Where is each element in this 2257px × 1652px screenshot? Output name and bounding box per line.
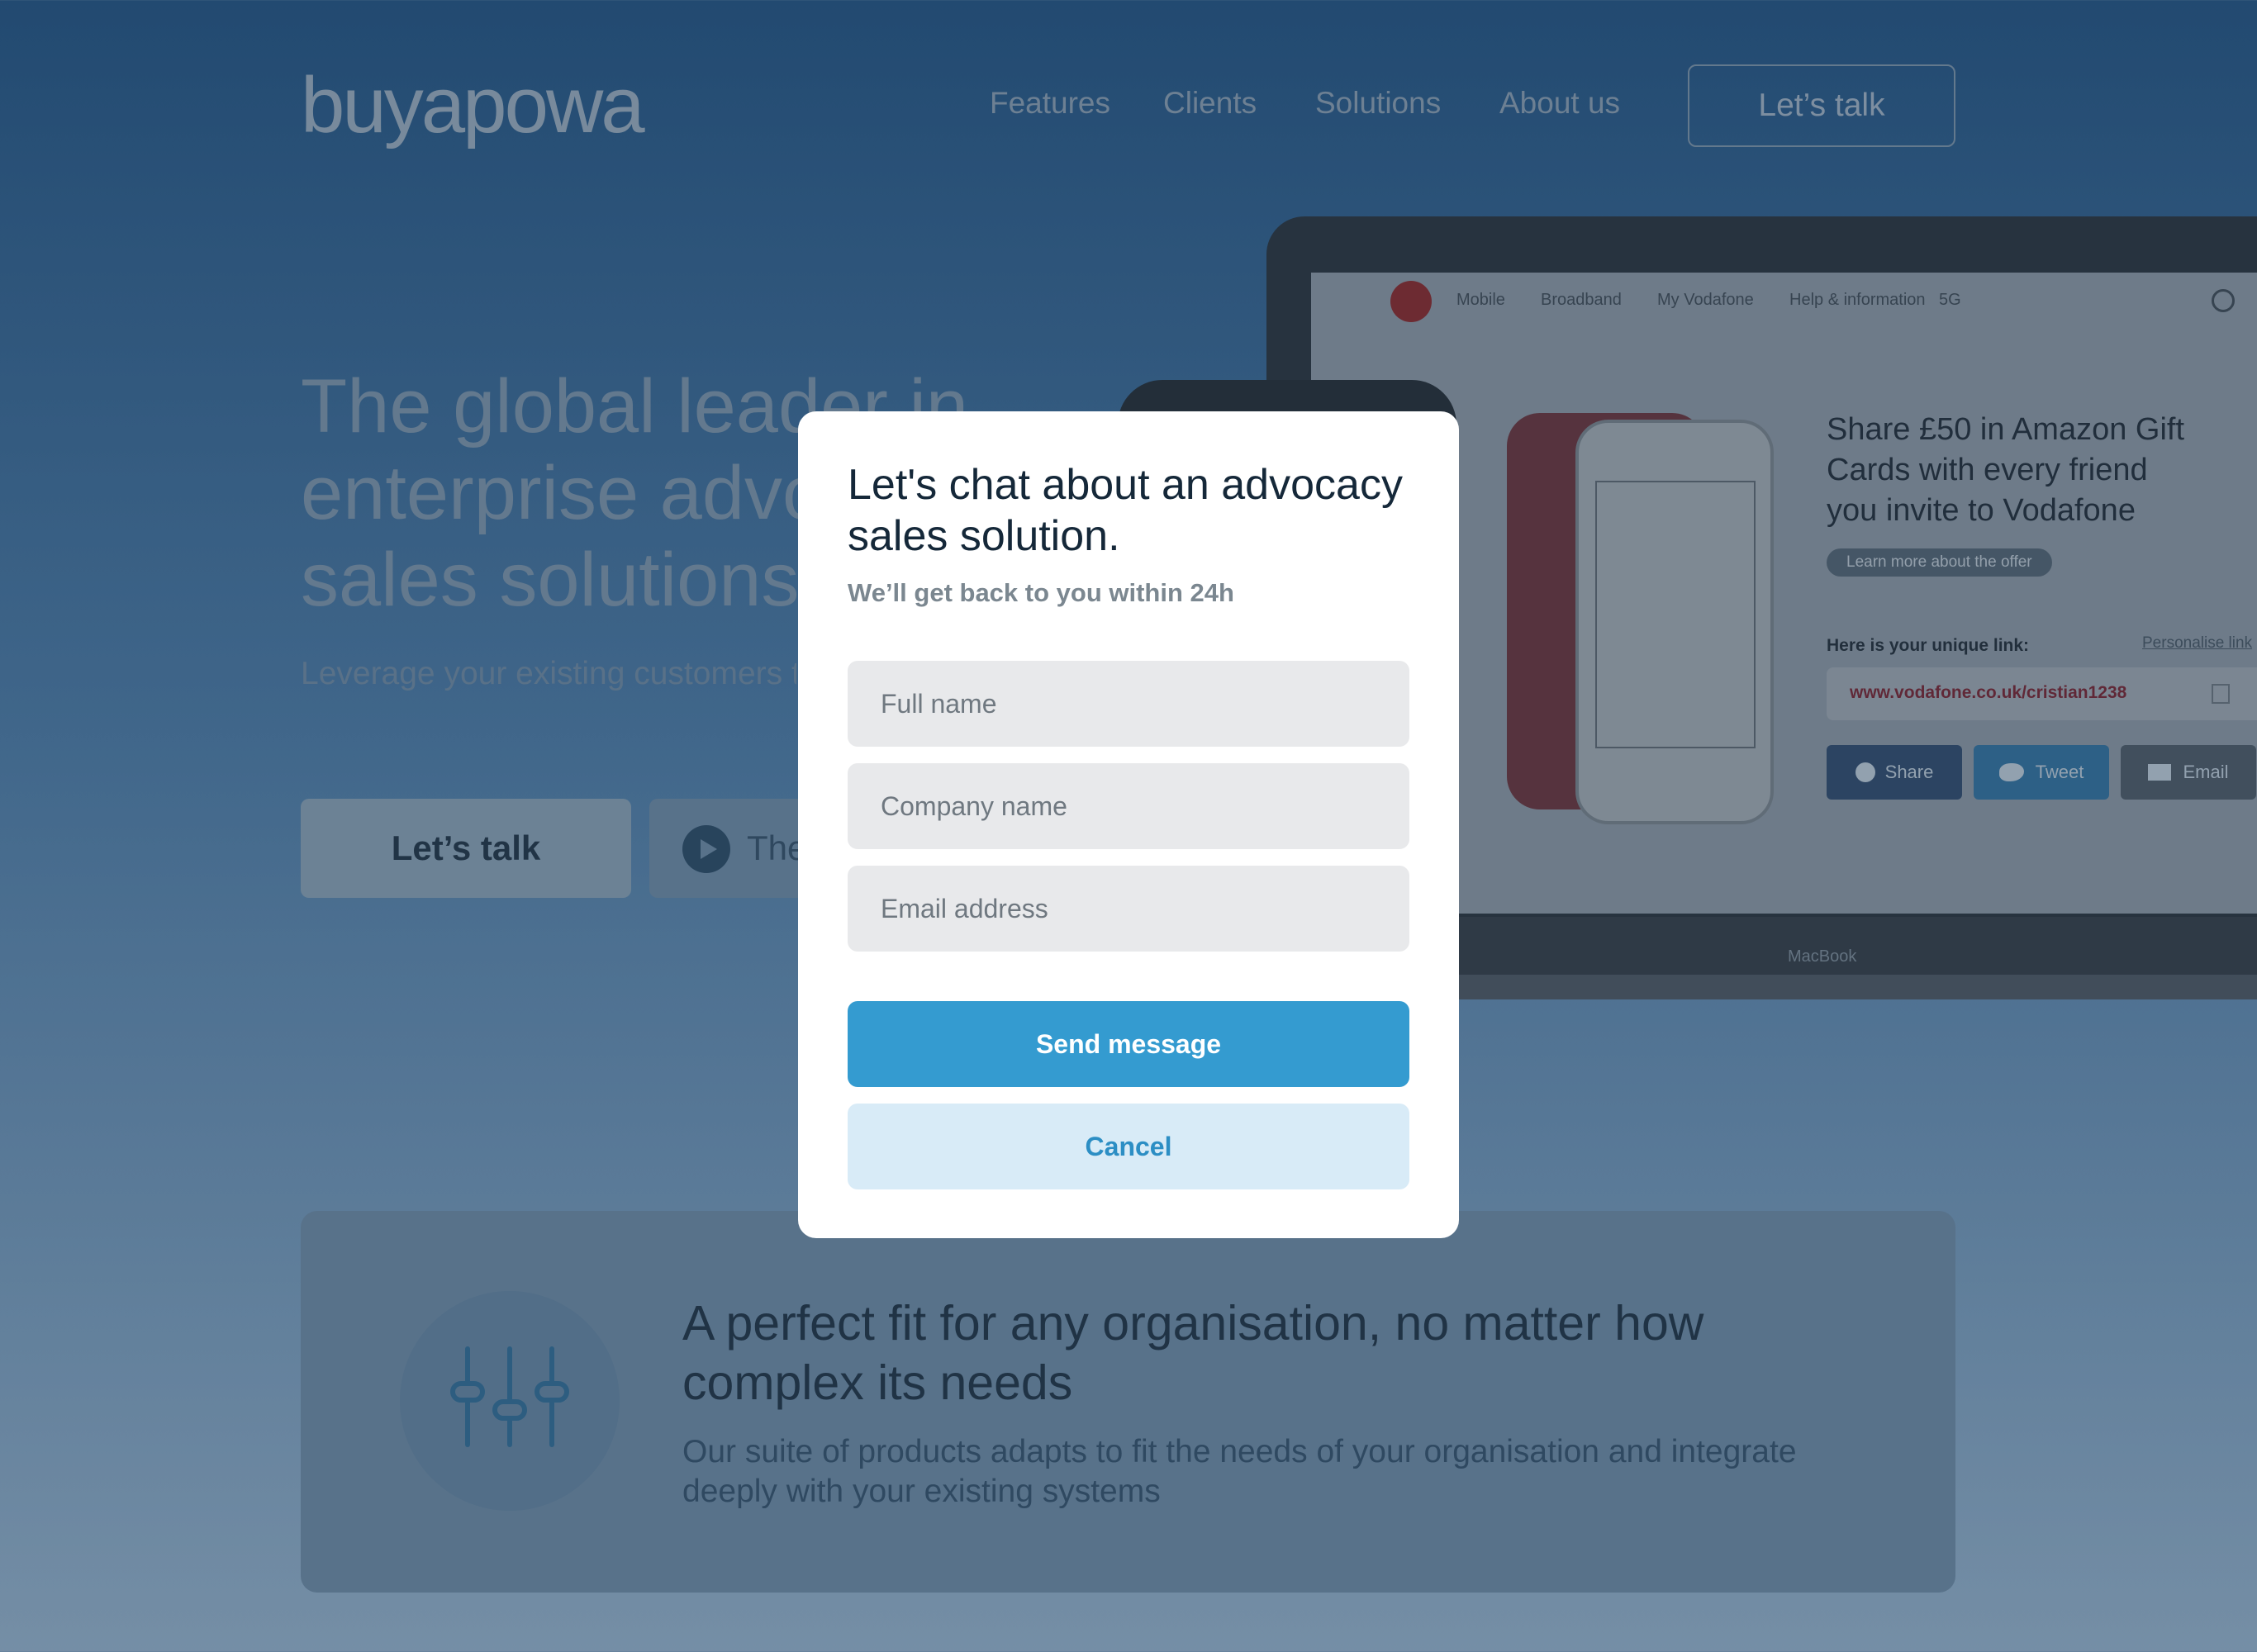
full-name-input[interactable] bbox=[848, 661, 1409, 747]
email-input[interactable] bbox=[848, 866, 1409, 952]
modal-subtitle: We’ll get back to you within 24h bbox=[848, 578, 1234, 607]
contact-modal: Let's chat about an advocacy sales solut… bbox=[798, 411, 1459, 1238]
company-name-input[interactable] bbox=[848, 763, 1409, 849]
send-message-button[interactable]: Send message bbox=[848, 1001, 1409, 1087]
modal-title: Let's chat about an advocacy sales solut… bbox=[848, 461, 1403, 560]
landing-page: buyapowa Features Clients Solutions Abou… bbox=[0, 0, 2257, 1652]
cancel-button[interactable]: Cancel bbox=[848, 1104, 1409, 1189]
